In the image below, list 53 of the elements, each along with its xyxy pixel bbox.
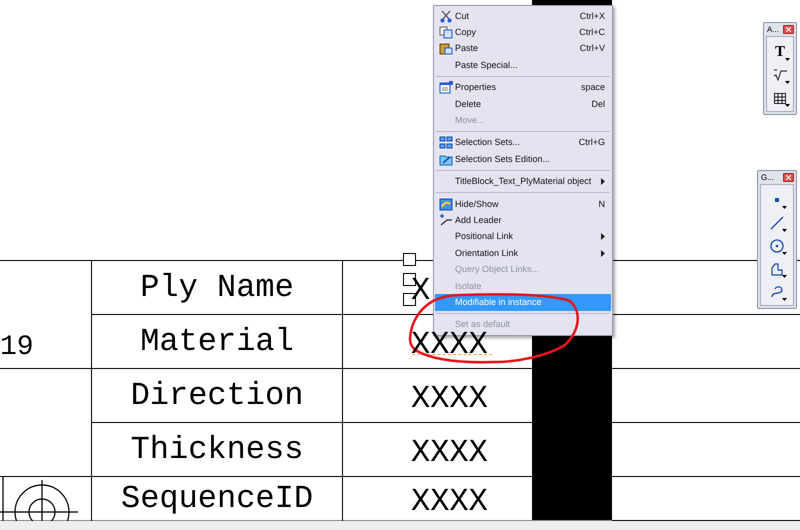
dropdown-caret-icon	[785, 81, 790, 84]
selection-sets-icon	[439, 136, 453, 150]
submenu-arrow-icon	[601, 233, 605, 240]
folder-edit-icon	[439, 152, 453, 166]
submenu-arrow-icon	[601, 178, 605, 186]
clipboard-icon	[439, 42, 453, 56]
table-cell: Thickness	[92, 423, 343, 477]
dropdown-caret-icon	[785, 58, 790, 61]
menu-item[interactable]: Paste Special...	[435, 57, 611, 74]
profile-icon	[770, 262, 784, 276]
menu-item[interactable]: Hide/Show N	[435, 196, 611, 212]
table-cell: Ply Name	[92, 261, 343, 315]
dropdown-caret-icon	[782, 206, 787, 209]
table-cell: Direction	[92, 369, 343, 423]
dropdown-caret-icon	[782, 252, 787, 255]
dropdown-caret-icon	[782, 229, 787, 232]
close-icon	[786, 175, 791, 180]
square-root-icon	[773, 69, 787, 81]
copy-icon	[439, 26, 453, 40]
submenu-arrow-icon	[601, 250, 605, 257]
menu-item[interactable]: Properties space	[435, 80, 611, 96]
spline-icon	[770, 285, 784, 299]
close-icon	[786, 27, 791, 32]
selection-handle[interactable]	[403, 253, 416, 266]
text-tool-icon: T	[774, 44, 785, 60]
menu-item[interactable]: Copy Ctrl+C	[435, 24, 611, 41]
close-button[interactable]	[783, 173, 794, 182]
hide-show-icon	[439, 198, 453, 211]
menu-item[interactable]: TitleBlock_Text_PlyMaterial object	[435, 174, 611, 190]
dropdown-caret-icon	[782, 275, 787, 278]
menu-item[interactable]: Paste Ctrl+V	[435, 40, 611, 58]
table-cell-text: XXXX	[410, 482, 489, 521]
close-button[interactable]	[783, 25, 794, 34]
toolbar-title: A...	[766, 26, 780, 34]
point-icon	[775, 198, 779, 202]
line-icon	[770, 216, 784, 230]
table-cell: Material	[92, 315, 343, 369]
properties-icon	[439, 81, 453, 94]
menu-item[interactable]: Delete Del	[435, 96, 611, 112]
scissors-icon	[439, 10, 453, 23]
dropdown-caret-icon	[785, 104, 790, 107]
dropdown-caret-icon	[782, 298, 787, 301]
table-grid-icon	[774, 92, 786, 104]
circle-icon	[770, 239, 784, 253]
menu-item[interactable]: Orientation Link	[435, 245, 611, 262]
toolbar-title: G...	[760, 174, 774, 182]
menu-item[interactable]: Selection Sets... Ctrl+G	[435, 134, 611, 152]
leader-icon	[439, 214, 453, 227]
menu-item[interactable]: Selection Sets Edition...	[435, 151, 611, 168]
sheet-number: 19	[0, 334, 34, 362]
menu-item[interactable]: Positional Link	[435, 228, 611, 246]
menu-item[interactable]: Add Leader	[435, 212, 611, 229]
menu-item[interactable]: Cut Ctrl+X	[435, 8, 611, 24]
